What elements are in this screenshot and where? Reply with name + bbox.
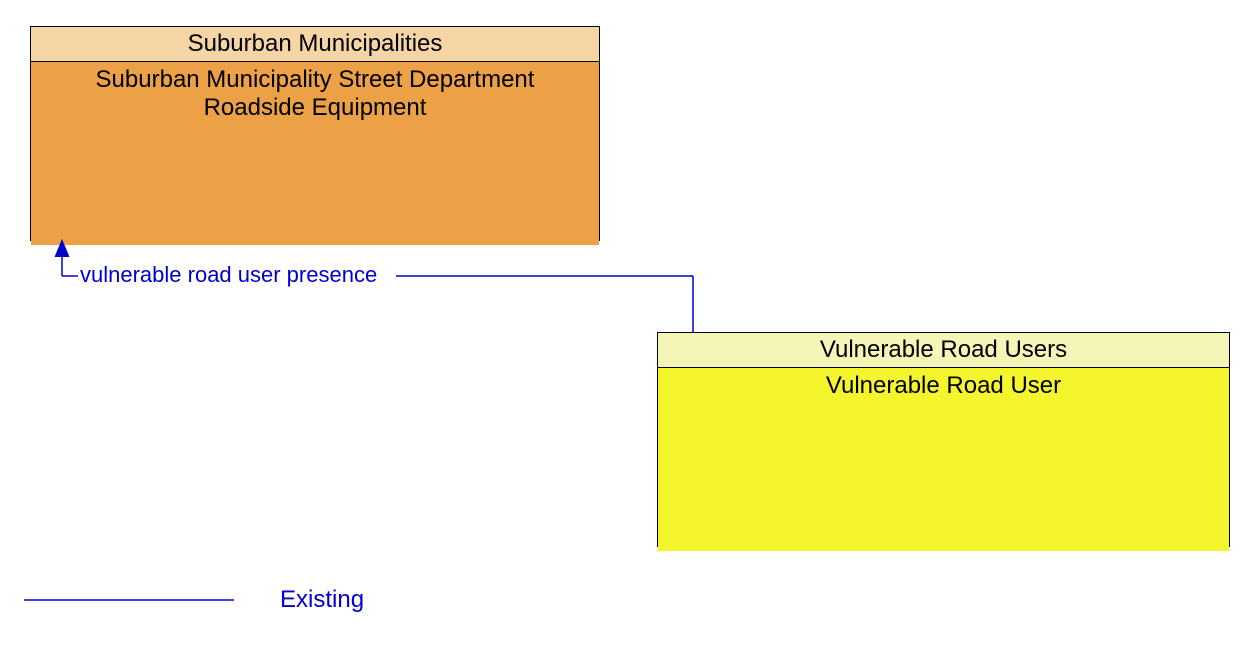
node-suburban-body: Suburban Municipality Street Department … bbox=[31, 62, 599, 245]
node-suburban-header: Suburban Municipalities bbox=[31, 27, 599, 62]
legend-existing-label: Existing bbox=[280, 586, 364, 614]
node-suburban-equipment: Suburban Municipalities Suburban Municip… bbox=[30, 26, 600, 241]
node-vulnerable-header: Vulnerable Road Users bbox=[658, 333, 1229, 368]
node-vulnerable-road-user: Vulnerable Road Users Vulnerable Road Us… bbox=[657, 332, 1230, 547]
node-vulnerable-body: Vulnerable Road User bbox=[658, 368, 1229, 551]
flow-label-vru-presence: vulnerable road user presence bbox=[80, 262, 377, 288]
